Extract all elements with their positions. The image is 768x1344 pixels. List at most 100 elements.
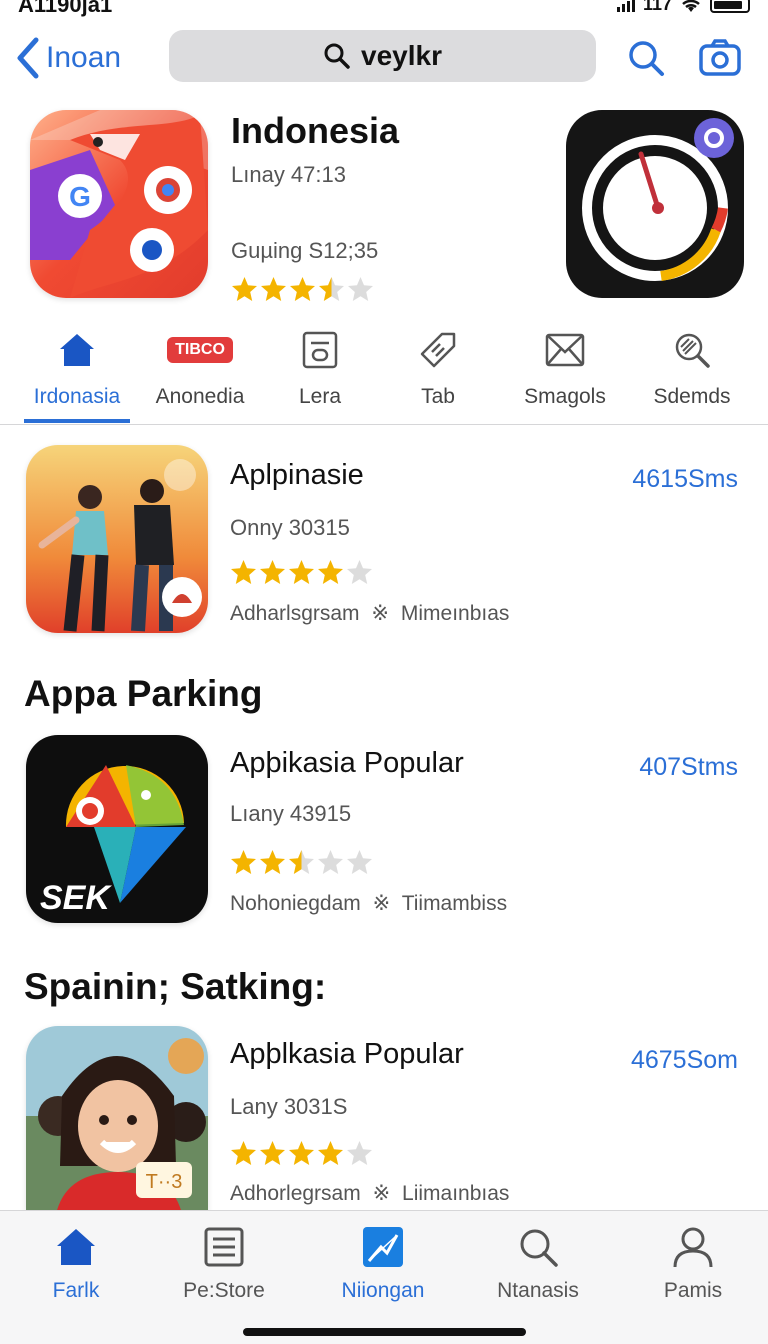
tabbar-label: Pamis bbox=[663, 1279, 723, 1302]
camera-icon[interactable] bbox=[698, 36, 742, 80]
active-tab-indicator bbox=[24, 419, 130, 423]
tabbar-label: Farlk bbox=[52, 1279, 100, 1302]
list-icon bbox=[204, 1227, 244, 1267]
app-row-3[interactable]: T··3 Apþlkasia Popular Lany 3031S Adhorl… bbox=[0, 1026, 768, 1210]
tab-anonedia[interactable]: TIBCO Anonedia bbox=[150, 325, 250, 425]
tabbar-item-ntanasis[interactable]: Ntanasis bbox=[494, 1225, 582, 1303]
search-icon bbox=[324, 43, 350, 69]
app-size-button[interactable]: 407Stms bbox=[639, 753, 738, 782]
featured-app-rating bbox=[231, 276, 374, 302]
search-text: veylkr bbox=[361, 40, 442, 71]
status-bar: A1190ja1 117 bbox=[0, 0, 768, 20]
app-name: Apþlkasia Popular bbox=[230, 1038, 464, 1070]
tab-label: Sdemds bbox=[653, 385, 731, 408]
envelope-icon bbox=[545, 333, 585, 367]
tabbar-label: Niiongan bbox=[341, 1279, 425, 1302]
search-icon bbox=[520, 1229, 558, 1267]
star-icon bbox=[231, 1141, 256, 1165]
tbco-badge: TIBCO bbox=[167, 337, 233, 363]
signal-icon bbox=[616, 0, 635, 12]
featured-app[interactable]: G Indonesia Lınay 47:13 Guµing S12;35 bbox=[0, 100, 768, 310]
tab-label: Anonedia bbox=[155, 385, 245, 408]
tab-label: Irdonasia bbox=[33, 385, 121, 408]
tab-irdonasia[interactable]: Irdonasia bbox=[26, 325, 128, 425]
home-icon bbox=[60, 334, 94, 366]
star-icon bbox=[319, 277, 344, 301]
tabbar-item-pamis[interactable]: Pamis bbox=[660, 1225, 726, 1303]
person-icon bbox=[673, 1227, 713, 1268]
battery-icon bbox=[710, 0, 750, 13]
search-field[interactable]: veylkr bbox=[169, 30, 596, 82]
star-icon bbox=[318, 850, 343, 874]
tabbar-label: Pe:Store bbox=[183, 1279, 265, 1302]
navbar: Inoan veylkr bbox=[0, 22, 768, 92]
status-indicators: 117 bbox=[616, 0, 750, 15]
star-icon bbox=[232, 277, 257, 301]
featured-app-title: Indonesia bbox=[231, 110, 400, 151]
tabbar-item-farlk[interactable]: Farlk bbox=[46, 1225, 106, 1303]
home-indicator[interactable] bbox=[243, 1328, 526, 1336]
back-label: Inoan bbox=[46, 41, 122, 74]
tab-smagols[interactable]: Smagols bbox=[520, 325, 610, 425]
star-icon bbox=[260, 560, 285, 584]
star-icon bbox=[347, 560, 372, 584]
app-rating bbox=[230, 559, 373, 585]
tabbar-item-niiongan[interactable]: Niiongan bbox=[336, 1225, 430, 1303]
tabbar-item-pestore[interactable]: Pe:Store bbox=[176, 1225, 272, 1303]
tabbar-label: Ntanasis bbox=[497, 1279, 579, 1302]
app-size-button[interactable]: 4675Som bbox=[631, 1046, 738, 1075]
star-icon bbox=[290, 277, 315, 301]
app-rating bbox=[230, 1140, 373, 1166]
chevron-left-icon bbox=[17, 37, 39, 79]
star-icon bbox=[289, 850, 314, 874]
status-time: A1190ja1 bbox=[18, 0, 113, 17]
search-icon[interactable] bbox=[624, 36, 668, 80]
app-icon-sek: SEK bbox=[26, 735, 208, 923]
app-size-button[interactable]: 4615Sms bbox=[632, 465, 738, 494]
star-icon bbox=[348, 277, 373, 301]
star-icon bbox=[231, 850, 256, 874]
app-subtitle: Onny 30315 bbox=[230, 515, 350, 540]
category-tabs: Irdonasia TIBCO Anonedia Lera Tab Smagol… bbox=[0, 325, 768, 425]
app-row-2[interactable]: SEK Apþikasia Popular Lıany 43915 Nohoni… bbox=[0, 735, 768, 935]
chart-icon bbox=[363, 1227, 403, 1267]
featured-app-developer: Guµing S12;35 bbox=[231, 238, 379, 263]
app-meta: Adharlsgrsam ※ Mimeınbıas bbox=[230, 602, 510, 625]
star-icon bbox=[289, 560, 314, 584]
star-icon bbox=[260, 1141, 285, 1165]
app-name: Apþikasia Popular bbox=[230, 747, 464, 779]
featured-app-subtitle: Lınay 47:13 bbox=[231, 162, 346, 187]
star-icon bbox=[318, 1141, 343, 1165]
section-title-parking: Appa Parking bbox=[24, 673, 263, 714]
tab-label: Smagols bbox=[524, 385, 606, 408]
star-icon bbox=[347, 1141, 372, 1165]
sek-icon-text: SEK bbox=[40, 879, 112, 917]
speedometer-app-icon[interactable] bbox=[566, 110, 744, 298]
back-button[interactable]: Inoan bbox=[14, 36, 121, 80]
tab-tab[interactable]: Tab bbox=[410, 325, 466, 425]
star-icon bbox=[261, 277, 286, 301]
tag-icon bbox=[420, 332, 456, 368]
section-title-spainin: Spainin; Satking: bbox=[24, 966, 327, 1007]
app-row-1[interactable]: Aplpinasie Onny 30315 Adharlsgrsam ※ Mim… bbox=[0, 445, 768, 645]
wifi-icon bbox=[682, 0, 700, 12]
tab-lera[interactable]: Lera bbox=[290, 325, 350, 425]
frame-icon bbox=[302, 331, 338, 369]
tab-label: Lera bbox=[298, 385, 342, 408]
network-label: 117 bbox=[642, 0, 672, 14]
app-meta: Adhorlegrsam ※ Liimaınbıas bbox=[230, 1182, 510, 1205]
app-rating bbox=[230, 849, 373, 875]
featured-app-icon: G bbox=[30, 110, 208, 298]
app-icon-aplpinasie bbox=[26, 445, 208, 633]
star-icon bbox=[318, 560, 343, 584]
star-icon bbox=[347, 850, 372, 874]
tab-sdemds[interactable]: Sdemds bbox=[648, 325, 736, 425]
tab-label: Tab bbox=[421, 385, 455, 408]
app-name: Aplpinasie bbox=[230, 459, 364, 491]
svg-text:G: G bbox=[69, 181, 91, 212]
app-subtitle: Lany 3031S bbox=[230, 1094, 348, 1119]
magnifier-icon bbox=[675, 333, 710, 368]
star-icon bbox=[289, 1141, 314, 1165]
t3-badge-text: T··3 bbox=[146, 1171, 183, 1193]
app-meta: Nohoniegdam ※ Tiimambiss bbox=[230, 892, 508, 915]
